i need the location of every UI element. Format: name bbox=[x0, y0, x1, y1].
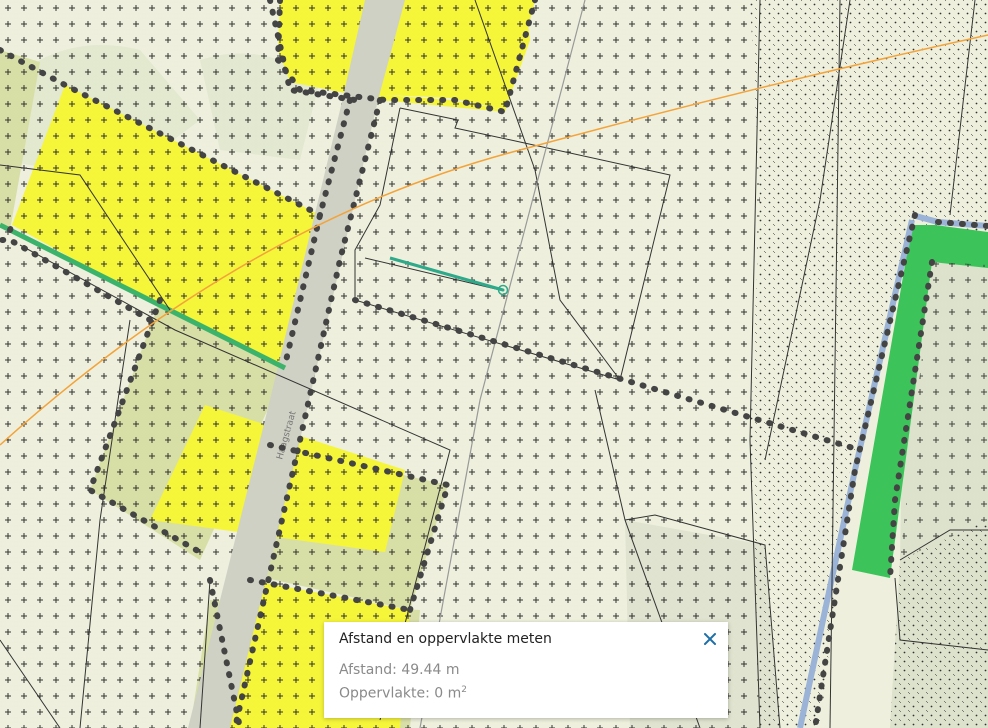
distance-value: 49.44 m bbox=[401, 662, 460, 678]
area-unit-sup: 2 bbox=[461, 685, 468, 695]
map-canvas[interactable]: Haagstraat bbox=[0, 0, 988, 728]
close-icon bbox=[704, 633, 716, 645]
area-row: Oppervlakte: 0 m2 bbox=[339, 680, 714, 704]
measure-panel: Afstand en oppervlakte meten Afstand: 49… bbox=[324, 622, 728, 718]
distance-row: Afstand: 49.44 m bbox=[339, 660, 714, 680]
close-button[interactable] bbox=[698, 628, 722, 650]
area-value: 0 m bbox=[434, 685, 462, 702]
distance-label: Afstand: bbox=[339, 662, 397, 678]
panel-title: Afstand en oppervlakte meten bbox=[339, 631, 552, 647]
area-label: Oppervlakte: bbox=[339, 685, 430, 702]
